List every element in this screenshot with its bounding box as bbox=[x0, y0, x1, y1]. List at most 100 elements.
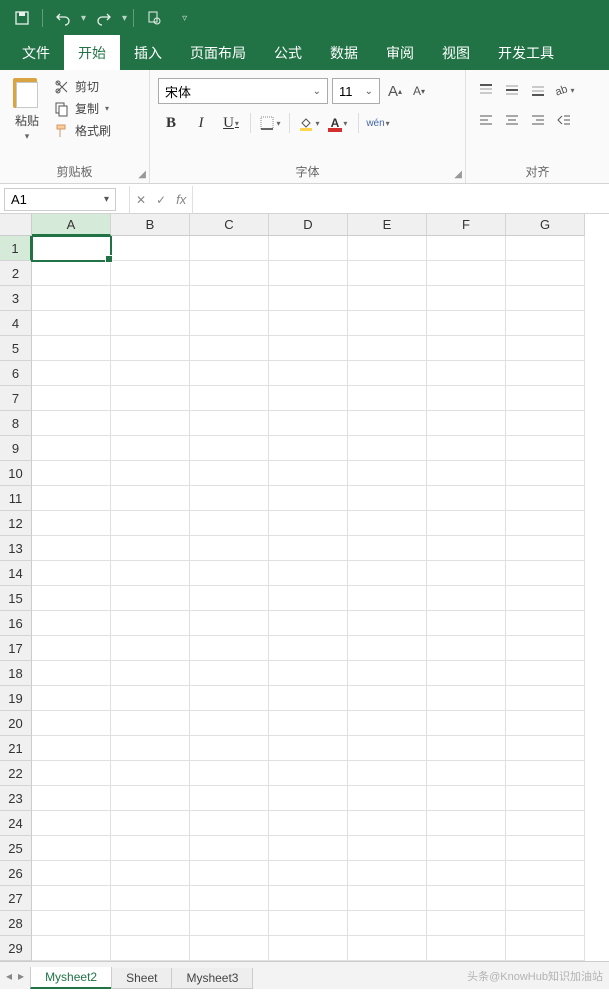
row-header[interactable]: 23 bbox=[0, 786, 32, 811]
cell[interactable] bbox=[190, 386, 269, 411]
align-right-button[interactable] bbox=[526, 108, 550, 132]
cell[interactable] bbox=[506, 636, 585, 661]
cell[interactable] bbox=[506, 811, 585, 836]
cell[interactable] bbox=[32, 461, 111, 486]
cell[interactable] bbox=[111, 511, 190, 536]
shrink-font-button[interactable]: A▾ bbox=[408, 80, 430, 102]
cell[interactable] bbox=[348, 461, 427, 486]
cell[interactable] bbox=[32, 561, 111, 586]
cell[interactable] bbox=[506, 911, 585, 936]
cell[interactable] bbox=[427, 911, 506, 936]
cell[interactable] bbox=[348, 686, 427, 711]
cell[interactable] bbox=[348, 936, 427, 961]
cell[interactable] bbox=[190, 936, 269, 961]
cell[interactable] bbox=[111, 636, 190, 661]
cell[interactable] bbox=[506, 361, 585, 386]
row-header[interactable]: 19 bbox=[0, 686, 32, 711]
cell[interactable] bbox=[506, 661, 585, 686]
cell[interactable] bbox=[427, 736, 506, 761]
cell[interactable] bbox=[32, 786, 111, 811]
cell[interactable] bbox=[506, 786, 585, 811]
cell[interactable] bbox=[32, 911, 111, 936]
phonetic-button[interactable]: wén▾ bbox=[365, 110, 391, 136]
cell[interactable] bbox=[269, 611, 348, 636]
cell[interactable] bbox=[348, 511, 427, 536]
cell[interactable] bbox=[111, 261, 190, 286]
cell[interactable] bbox=[427, 236, 506, 261]
cell[interactable] bbox=[190, 511, 269, 536]
cell[interactable] bbox=[506, 336, 585, 361]
row-header[interactable]: 9 bbox=[0, 436, 32, 461]
cell[interactable] bbox=[111, 811, 190, 836]
cell[interactable] bbox=[32, 586, 111, 611]
cell[interactable] bbox=[269, 786, 348, 811]
align-top-button[interactable] bbox=[474, 78, 498, 102]
align-left-button[interactable] bbox=[474, 108, 498, 132]
cell[interactable] bbox=[111, 361, 190, 386]
cell[interactable] bbox=[269, 886, 348, 911]
cell[interactable] bbox=[190, 661, 269, 686]
cell[interactable] bbox=[190, 886, 269, 911]
tab-developer[interactable]: 开发工具 bbox=[484, 35, 568, 70]
cell[interactable] bbox=[427, 636, 506, 661]
cell[interactable] bbox=[427, 386, 506, 411]
cell[interactable] bbox=[32, 711, 111, 736]
cell[interactable] bbox=[348, 311, 427, 336]
cell[interactable] bbox=[190, 761, 269, 786]
qat-customize-icon[interactable]: ▿ bbox=[182, 13, 187, 24]
tab-insert[interactable]: 插入 bbox=[120, 35, 176, 70]
cell[interactable] bbox=[190, 261, 269, 286]
column-header[interactable]: G bbox=[506, 214, 585, 236]
cell[interactable] bbox=[269, 761, 348, 786]
underline-button[interactable]: U▾ bbox=[218, 110, 244, 136]
cell[interactable] bbox=[111, 886, 190, 911]
cell[interactable] bbox=[506, 461, 585, 486]
undo-dropdown-icon[interactable]: ▾ bbox=[81, 13, 86, 24]
cell[interactable] bbox=[111, 611, 190, 636]
row-header[interactable]: 4 bbox=[0, 311, 32, 336]
cell[interactable] bbox=[506, 511, 585, 536]
row-header[interactable]: 2 bbox=[0, 261, 32, 286]
cell[interactable] bbox=[506, 861, 585, 886]
cell[interactable] bbox=[348, 611, 427, 636]
cell[interactable] bbox=[190, 836, 269, 861]
cell[interactable] bbox=[190, 536, 269, 561]
cell[interactable] bbox=[32, 936, 111, 961]
cancel-formula-button[interactable]: ✕ bbox=[136, 193, 146, 207]
sheet-tab[interactable]: Sheet bbox=[111, 968, 172, 989]
cell[interactable] bbox=[111, 436, 190, 461]
cell[interactable] bbox=[111, 736, 190, 761]
cell[interactable] bbox=[111, 936, 190, 961]
cell[interactable] bbox=[427, 536, 506, 561]
cell[interactable] bbox=[506, 311, 585, 336]
cell[interactable] bbox=[111, 336, 190, 361]
cell[interactable] bbox=[111, 661, 190, 686]
row-header[interactable]: 26 bbox=[0, 861, 32, 886]
cell[interactable] bbox=[32, 311, 111, 336]
cell[interactable] bbox=[190, 311, 269, 336]
row-header[interactable]: 25 bbox=[0, 836, 32, 861]
save-button[interactable] bbox=[8, 4, 36, 32]
cell[interactable] bbox=[506, 386, 585, 411]
cell[interactable] bbox=[348, 286, 427, 311]
fx-icon[interactable]: fx bbox=[176, 192, 186, 207]
tab-page-layout[interactable]: 页面布局 bbox=[176, 35, 260, 70]
cell[interactable] bbox=[269, 561, 348, 586]
cell[interactable] bbox=[32, 286, 111, 311]
font-name-combo[interactable]: 宋体 ⌄ bbox=[158, 78, 328, 104]
cell[interactable] bbox=[111, 561, 190, 586]
select-all-corner[interactable] bbox=[0, 214, 32, 236]
cell[interactable] bbox=[506, 286, 585, 311]
tab-formulas[interactable]: 公式 bbox=[260, 35, 316, 70]
font-size-combo[interactable]: 11 ⌄ bbox=[332, 78, 380, 104]
cell[interactable] bbox=[427, 836, 506, 861]
cell[interactable] bbox=[111, 586, 190, 611]
row-header[interactable]: 28 bbox=[0, 911, 32, 936]
cell[interactable] bbox=[111, 861, 190, 886]
cell[interactable] bbox=[348, 736, 427, 761]
cell[interactable] bbox=[269, 536, 348, 561]
sheet-nav-prev-icon[interactable]: ◂ bbox=[6, 969, 12, 983]
cell[interactable] bbox=[190, 611, 269, 636]
cell[interactable] bbox=[269, 661, 348, 686]
cell[interactable] bbox=[190, 711, 269, 736]
